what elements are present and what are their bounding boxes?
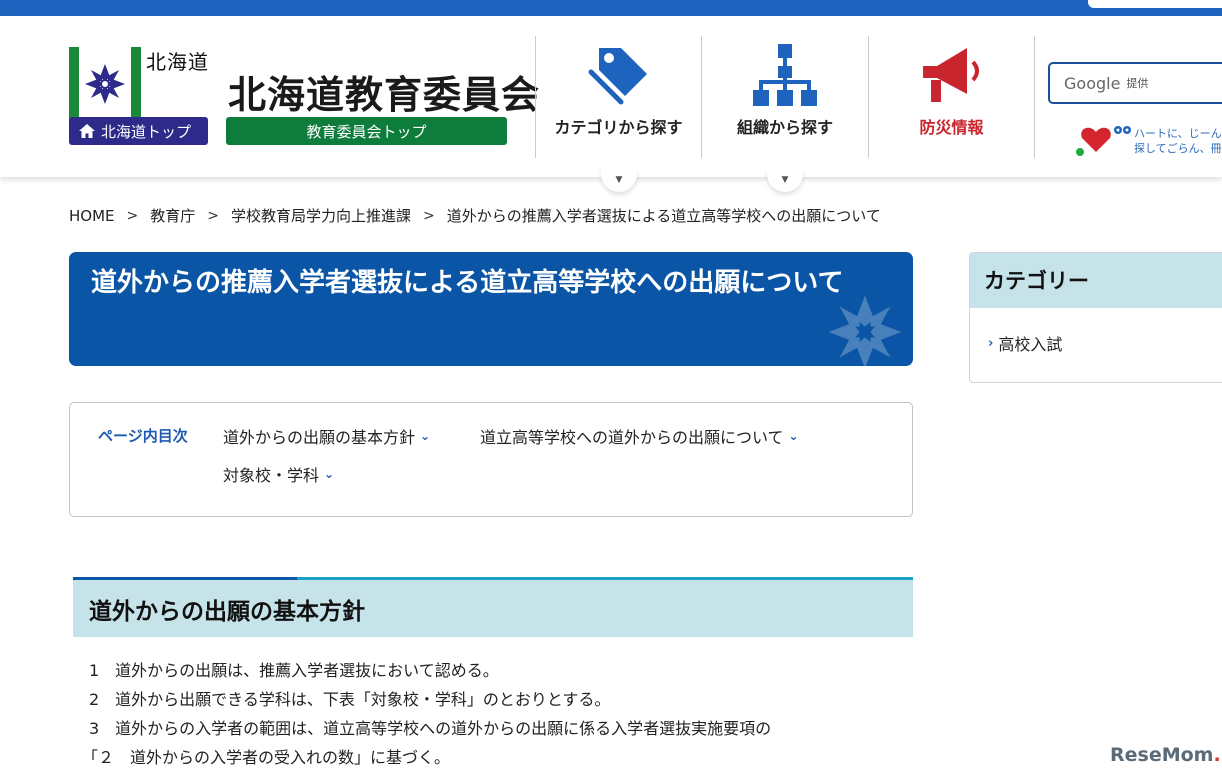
- board-title[interactable]: 北海道教育委員会: [228, 64, 540, 119]
- nav-disaster-info[interactable]: 防災情報: [869, 36, 1034, 158]
- hokkaido-emblem-logo[interactable]: [69, 47, 141, 121]
- sidebar-link-label: 高校入試: [998, 335, 1063, 354]
- nav-disaster-label: 防災情報: [919, 118, 984, 137]
- policy-line: 2 道外から出願できる学科は、下表「対象校・学科」のとおりとする。: [89, 690, 611, 709]
- top-bar-tab: [1088, 0, 1222, 8]
- chevron-down-icon: ⌄: [324, 467, 335, 481]
- search-provider-label: 提供: [1126, 77, 1149, 90]
- chevron-down-icon: ⌄: [788, 429, 799, 443]
- chevron-right-icon: >: [423, 207, 435, 224]
- megaphone-icon: [922, 48, 979, 102]
- chevron-right-icon: >: [126, 207, 139, 224]
- sidebar-heading: カテゴリー: [970, 253, 1222, 308]
- toc-link-label: 道外からの出願の基本方針: [223, 428, 416, 447]
- board-top-button[interactable]: 教育委員会トップ: [226, 117, 507, 145]
- tag-icon: [588, 48, 647, 105]
- google-brand: Google: [1064, 73, 1121, 93]
- chevron-down-icon: ▼: [781, 175, 789, 185]
- toc-link-target-schools[interactable]: 対象校・学科 ⌄: [223, 462, 334, 486]
- toc-link-label: 対象校・学科: [223, 466, 320, 485]
- policy-line: 3 道外からの入学者の範囲は、道立高等学校への道外からの出願に係る入学者選抜実施…: [89, 719, 772, 738]
- nav-organization-search[interactable]: 組織から探す: [702, 36, 868, 158]
- org-chart-icon: [753, 44, 817, 106]
- hokkaido-top-button[interactable]: 北海道トップ: [69, 117, 208, 145]
- category-sidebar: カテゴリー › 高校入試: [969, 252, 1222, 383]
- breadcrumb-home[interactable]: HOME: [69, 207, 115, 225]
- heart-banner[interactable]: ハートに、じーん 探してごらん、冊: [1076, 122, 1222, 160]
- policy-line: 「２ 道外からの入学者の受入れの数」に基づく。: [82, 748, 451, 767]
- chevron-down-icon: ⌄: [420, 429, 431, 443]
- page-title-text: 道外からの推薦入学者選抜による道立高等学校への出願について: [91, 268, 844, 298]
- section-heading: 道外からの出願の基本方針: [73, 577, 913, 637]
- section-heading-text: 道外からの出願の基本方針: [89, 599, 365, 625]
- hokkaido-name: 北海道: [146, 50, 209, 74]
- home-icon: [79, 124, 95, 138]
- sidebar-link-high-school-exam[interactable]: › 高校入試: [988, 331, 1062, 355]
- nav-dropdown-toggle[interactable]: ▼: [767, 168, 803, 192]
- chevron-right-icon: ›: [988, 335, 994, 351]
- snowflake-star-icon: [85, 64, 125, 104]
- mascot-icon: [1076, 126, 1131, 156]
- resemom-watermark: ReseMom.: [1110, 744, 1221, 766]
- hokkaido-top-label: 北海道トップ: [101, 122, 192, 141]
- board-top-label: 教育委員会トップ: [306, 122, 427, 141]
- toc-label: ページ内目次: [98, 427, 188, 445]
- toc-link-label: 道立高等学校への道外からの出願について: [480, 428, 784, 447]
- breadcrumb-item[interactable]: 学校教育局学力向上推進課: [231, 205, 411, 226]
- breadcrumb: HOME > 教育庁 > 学校教育局学力向上推進課 > 道外からの推薦入学者選抜…: [69, 205, 881, 226]
- breadcrumb-current: 道外からの推薦入学者選抜による道立高等学校への出願について: [446, 207, 881, 225]
- policy-line: 1 道外からの出願は、推薦入学者選抜において認める。: [89, 661, 499, 680]
- page-toc: ページ内目次 道外からの出願の基本方針 ⌄ 道立高等学校への道外からの出願について…: [69, 402, 913, 517]
- breadcrumb-item[interactable]: 教育庁: [150, 205, 195, 226]
- toc-link-application[interactable]: 道立高等学校への道外からの出願について ⌄: [480, 424, 799, 448]
- watermark-part2: Mom: [1161, 744, 1214, 766]
- site-search-input[interactable]: Google 提供: [1048, 62, 1222, 104]
- nav-category-label: カテゴリから探す: [554, 118, 683, 137]
- chevron-down-icon: ▼: [615, 175, 623, 185]
- heading-accent-bar: [73, 577, 297, 580]
- nav-divider: [1034, 36, 1035, 158]
- page-title: 道外からの推薦入学者選抜による道立高等学校への出願について: [69, 252, 913, 366]
- watermark-part1: Rese: [1110, 744, 1162, 766]
- chevron-right-icon: >: [207, 207, 219, 224]
- watermark-dot: .: [1213, 744, 1221, 766]
- banner-text-line2: 探してごらん、冊: [1134, 142, 1222, 155]
- nav-organization-label: 組織から探す: [736, 118, 833, 137]
- nav-category-search[interactable]: カテゴリから探す: [536, 36, 701, 158]
- banner-text-line1: ハートに、じーん: [1134, 127, 1222, 140]
- nav-dropdown-toggle[interactable]: ▼: [601, 168, 637, 192]
- toc-link-basic-policy[interactable]: 道外からの出願の基本方針 ⌄: [223, 424, 430, 448]
- top-bar: [0, 0, 1222, 16]
